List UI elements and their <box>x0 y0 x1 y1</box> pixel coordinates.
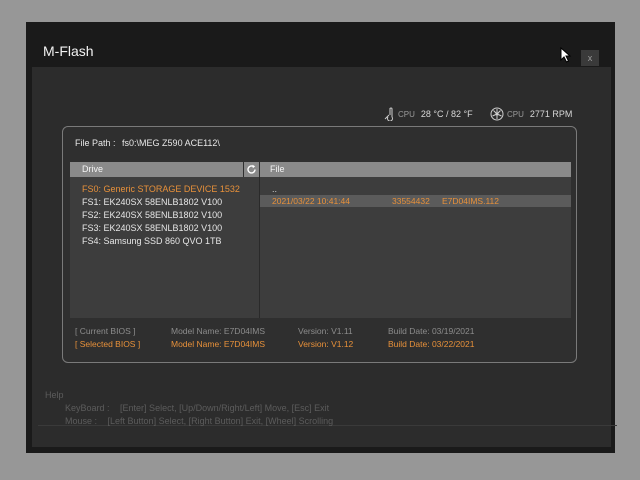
selected-bios-version: Version: V1.12 <box>298 339 354 349</box>
selected-bios-label: [ Selected BIOS ] <box>75 339 141 349</box>
file-path-value: fs0:\MEG Z590 ACE112\ <box>122 138 220 148</box>
selected-bios-model: Model Name: E7D04IMS <box>171 339 266 349</box>
drive-item-fs2[interactable]: FS2: EK240SX 58ENLB1802 V100 <box>70 209 259 222</box>
help-mouse: Mouse : [Left Button] Select, [Right But… <box>65 416 333 426</box>
parent-directory-item[interactable]: .. <box>260 184 571 195</box>
mouse-cursor-icon <box>560 47 572 63</box>
cpu-fan-speed: CPU 2771 RPM <box>490 106 572 122</box>
help-keyboard: KeyBoard : [Enter] Select, [Up/Down/Righ… <box>65 403 329 413</box>
drive-item-fs1[interactable]: FS1: EK240SX 58ENLB1802 V100 <box>70 196 259 209</box>
window-title: M-Flash <box>43 43 94 59</box>
file-name: E7D04IMS.112 <box>442 196 500 206</box>
flash-panel: File Path : fs0:\MEG Z590 ACE112\ Drive … <box>62 126 577 363</box>
drive-list: FS0: Generic STORAGE DEVICE 1532 FS1: EK… <box>70 177 259 318</box>
drive-item-fs3[interactable]: FS3: EK240SX 58ENLB1802 V100 <box>70 222 259 235</box>
current-bios-version: Version: V1.11 <box>298 326 353 336</box>
file-list: .. 2021/03/22 10:41:44 33554432 E7D04IMS… <box>259 177 571 318</box>
current-bios-label: [ Current BIOS ] <box>75 326 136 336</box>
help-title: Help <box>45 390 64 400</box>
file-column-header: File <box>259 162 571 177</box>
cpu-fan-value: 2771 RPM <box>529 109 573 119</box>
drive-item-fs4[interactable]: FS4: Samsung SSD 860 QVO 1TB <box>70 235 259 248</box>
current-bios-model: Model Name: E7D04IMS <box>171 326 266 336</box>
file-date: 2021/03/22 10:41:44 <box>272 196 350 206</box>
current-bios-build: Build Date: 03/19/2021 <box>388 326 475 336</box>
drive-item-fs0[interactable]: FS0: Generic STORAGE DEVICE 1532 <box>70 183 259 196</box>
file-path-label: File Path : <box>75 138 116 148</box>
file-size: 33554432 <box>392 196 430 206</box>
fan-icon <box>490 107 504 121</box>
m-flash-window: M-Flash x CPU 28 °C / 82 °F CPU 2771 RPM… <box>26 22 617 453</box>
help-keyboard-text: [Enter] Select, [Up/Down/Right/Left] Mov… <box>120 403 330 413</box>
thermometer-icon <box>384 107 393 121</box>
close-button[interactable]: x <box>581 50 599 66</box>
selected-bios-build: Build Date: 03/22/2021 <box>388 339 475 349</box>
help-keyboard-label: KeyBoard : <box>65 403 110 413</box>
help-mouse-text: [Left Button] Select, [Right Button] Exi… <box>107 416 334 426</box>
cpu-temp-value: 28 °C / 82 °F <box>420 109 473 119</box>
drive-column-header: Drive <box>70 162 243 177</box>
file-row[interactable]: 2021/03/22 10:41:44 33554432 E7D04IMS.11… <box>260 195 571 207</box>
refresh-button[interactable] <box>243 162 259 177</box>
cpu-temperature: CPU 28 °C / 82 °F <box>383 106 473 122</box>
file-path: File Path : fs0:\MEG Z590 ACE112\ <box>75 138 220 148</box>
refresh-icon <box>247 164 256 174</box>
help-mouse-label: Mouse : <box>65 416 98 426</box>
cpu-temp-label: CPU <box>398 109 415 119</box>
cpu-fan-label: CPU <box>507 109 524 119</box>
